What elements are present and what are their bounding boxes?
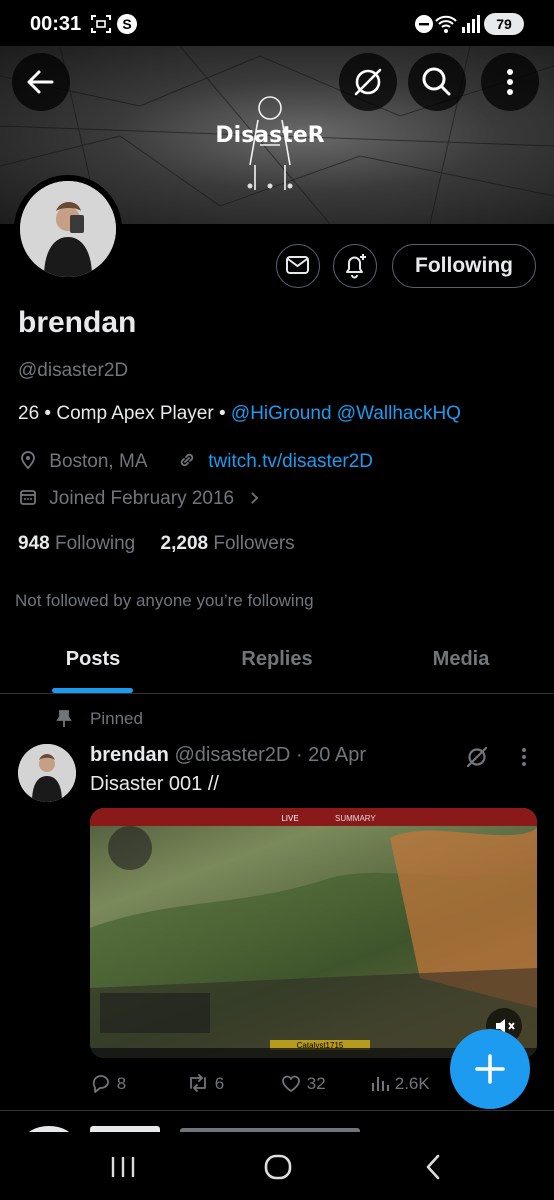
location-icon (21, 451, 35, 470)
bio-link-wallhack[interactable]: @WallhackHQ (337, 403, 461, 424)
following-button[interactable]: Following (392, 244, 536, 288)
notifications-button[interactable] (333, 244, 377, 288)
reply-action[interactable]: 8 (90, 1073, 126, 1094)
back-button[interactable] (12, 53, 70, 111)
more-icon (507, 69, 513, 95)
status-bar: 00:31 S 79 (0, 0, 554, 46)
search-button[interactable] (408, 53, 466, 111)
post-divider (0, 1110, 554, 1111)
svg-text:LIVE: LIVE (281, 814, 298, 823)
post-author-avatar[interactable] (18, 744, 76, 802)
grok-button[interactable] (339, 53, 397, 111)
like-icon (282, 1075, 300, 1092)
tab-posts[interactable]: Posts (32, 648, 154, 671)
mail-icon (286, 256, 309, 274)
screenshot-icon (90, 13, 112, 35)
tabs-divider (0, 693, 554, 694)
nav-home-icon[interactable] (262, 1152, 294, 1182)
post-video[interactable]: LIVE SUMMARY Catalyst1715 (90, 808, 537, 1058)
tab-media[interactable]: Media (400, 648, 522, 671)
follow-counts: 948 Following 2,208 Followers (18, 533, 295, 555)
followers-count-link[interactable]: 2,208 Followers (161, 533, 295, 554)
views-icon (372, 1077, 389, 1091)
system-nav-bar (0, 1132, 554, 1200)
profile-name: brendan (18, 306, 137, 339)
repost-action[interactable]: 6 (186, 1073, 224, 1094)
message-button[interactable] (276, 244, 320, 288)
profile-handle: @disaster2D (18, 360, 129, 381)
chevron-right-icon (251, 492, 259, 504)
post-text: Disaster 001 // (90, 773, 219, 795)
pinned-label: Pinned (90, 709, 143, 728)
search-icon (422, 67, 451, 96)
back-arrow-icon (27, 70, 54, 94)
post-more-icon[interactable] (516, 746, 532, 768)
post-date: · 20 Apr (295, 744, 366, 766)
grok-icon (354, 68, 382, 96)
more-options-button[interactable] (481, 53, 539, 111)
profile-website[interactable]: twitch.tv/disaster2D (177, 450, 373, 473)
battery-indicator: 79 (484, 13, 524, 35)
shazam-icon: S (116, 13, 138, 35)
following-count-link[interactable]: 948 Following (18, 533, 135, 554)
not-followed-note: Not followed by anyone you’re following (15, 591, 314, 610)
pin-icon (56, 710, 72, 727)
signal-icon (460, 13, 482, 35)
profile-joined[interactable]: Joined February 2016 (18, 487, 263, 510)
svg-text:SUMMARY: SUMMARY (335, 814, 376, 823)
svg-text:S: S (122, 16, 131, 32)
wifi-icon (434, 13, 457, 35)
reply-icon (92, 1075, 109, 1093)
compose-post-button[interactable] (450, 1029, 530, 1109)
dnd-icon (413, 13, 435, 35)
like-action[interactable]: 32 (280, 1073, 326, 1094)
bio-link-higround[interactable]: @HiGround (231, 403, 332, 424)
grok-post-icon[interactable] (464, 744, 490, 770)
tab-replies[interactable]: Replies (216, 648, 338, 671)
post-author-handle[interactable]: @disaster2D (174, 744, 290, 766)
post-author-name[interactable]: brendan (90, 744, 169, 766)
nav-back-icon[interactable] (420, 1152, 446, 1182)
profile-bio: 26 • Comp Apex Player • @HiGround @Wallh… (18, 403, 461, 425)
views-action[interactable]: 2.6K (370, 1073, 430, 1094)
profile-avatar[interactable] (14, 175, 122, 283)
bio-text: 26 • Comp Apex Player • (18, 403, 231, 424)
banner-logo-art: DisasteR (215, 96, 325, 190)
plus-icon (475, 1054, 505, 1084)
profile-location: Boston, MA (18, 450, 148, 473)
nav-recents-icon[interactable] (108, 1154, 138, 1180)
repost-icon (190, 1074, 206, 1092)
calendar-icon (20, 490, 36, 505)
bell-plus-icon (346, 254, 366, 279)
post-header: brendan @disaster2D · 20 Apr (90, 744, 366, 767)
status-time: 00:31 (30, 13, 82, 35)
svg-text:DisasteR: DisasteR (215, 123, 324, 148)
link-icon (180, 453, 194, 467)
